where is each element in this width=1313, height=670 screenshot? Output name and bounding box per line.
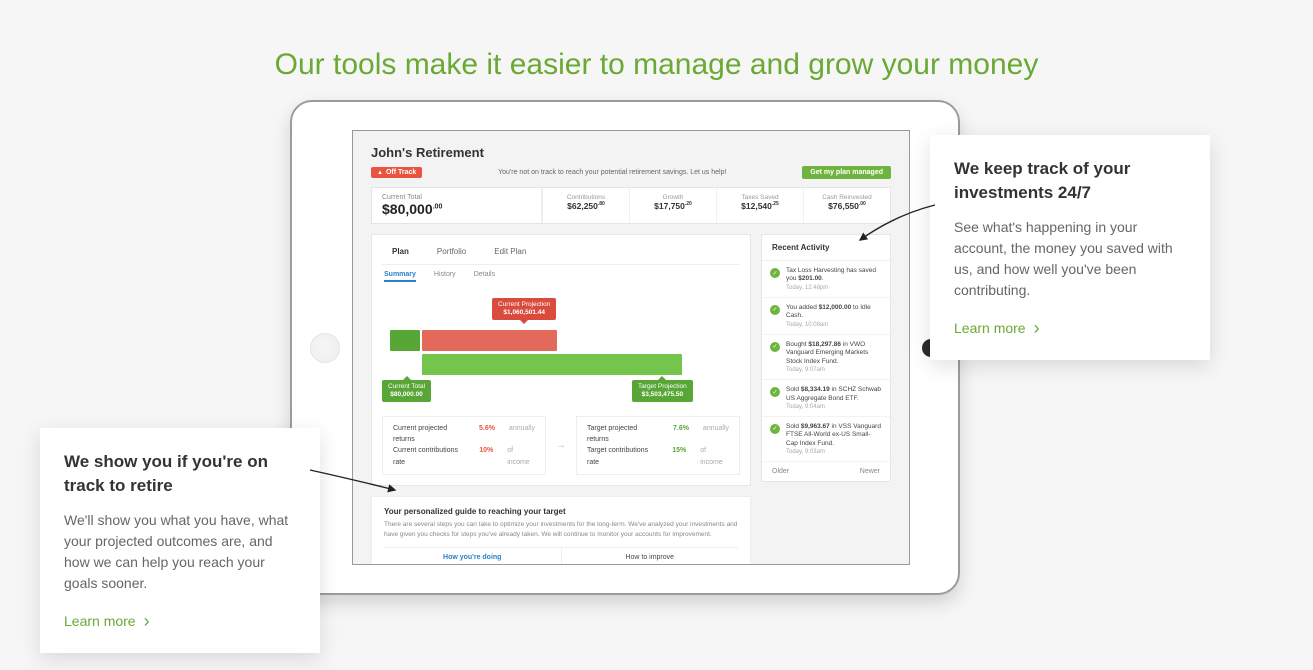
target-rates-box: Target projected returns 7.6% annually T… [576,416,740,475]
plan-panel: Plan Portfolio Edit Plan Summary History… [371,234,751,486]
activity-time: Today, 12:48pm [786,285,882,291]
current-total-stat: Current Total $80,000.00 [372,188,542,223]
guide-body: There are several steps you can take to … [384,520,738,540]
current-total-label: Current Total [382,194,531,201]
stat-taxes-saved: Taxes Saved $12,540.25 [716,188,803,223]
activity-newer-link[interactable]: Newer [860,468,880,475]
stat-cash-reinvested: Cash Reinvested $76,550.00 [803,188,890,223]
stat-growth: Growth $17,750.20 [629,188,716,223]
off-track-badge: Off Track [371,167,422,178]
activity-item: ✓ Sold $8,334.19 in SCHZ Schwab US Aggreg… [762,380,890,417]
page-headline: Our tools make it easier to manage and g… [0,0,1313,112]
chart-current-total-value: $80,000.00 [390,391,423,398]
activity-time: Today, 9:03am [786,449,882,455]
stat-value: $76,550 [828,201,859,211]
activity-item: ✓ Bought $18,297.86 in VWO Vanguard Emerg… [762,335,890,380]
app-dashboard: John's Retirement Off Track You're not o… [353,131,909,565]
activity-text: Tax Loss Harvesting has saved you $201.0… [786,267,882,284]
subtab-history[interactable]: History [434,271,456,282]
activity-older-link[interactable]: Older [772,468,789,475]
subtab-summary[interactable]: Summary [384,271,416,282]
learn-more-link[interactable]: Learn more [954,319,1040,337]
guide-tab-how-improve[interactable]: How to improve [562,548,739,565]
bar-current-projection [422,330,557,351]
callout-investments-247: We keep track of your investments 24/7 S… [930,135,1210,360]
tab-edit-plan[interactable]: Edit Plan [494,247,526,256]
current-rates-box: Current projected returns 5.6% annually … [382,416,546,475]
bar-current-total [390,330,420,351]
stat-label: Taxes Saved [721,194,799,201]
stats-strip: Current Total $80,000.00 Contributions $… [371,187,891,224]
stat-label: Cash Reinvested [808,194,886,201]
target-projection-label: Target Projection [638,383,687,390]
activity-dot-icon: ✓ [770,305,780,315]
subtab-details[interactable]: Details [474,271,495,282]
tab-plan[interactable]: Plan [392,247,409,256]
activity-time: Today, 9:07am [786,367,882,373]
activity-dot-icon: ✓ [770,268,780,278]
stat-label: Contributions [547,194,625,201]
on-track-warning: You're not on track to reach your potent… [430,169,794,176]
activity-dot-icon: ✓ [770,387,780,397]
guide-tab-how-doing[interactable]: How you're doing [384,548,562,565]
callout-body: We'll show you what you have, what your … [64,510,296,594]
target-projection-value: $3,503,475.50 [642,391,684,398]
callout-title: We show you if you're on track to retire [64,450,296,498]
tab-portfolio[interactable]: Portfolio [437,247,466,256]
guide-title: Your personalized guide to reaching your… [384,507,738,516]
activity-text: Sold $9,963.67 in VSS Vanguard FTSE All-… [786,423,882,448]
plan-title: John's Retirement [371,145,891,160]
activity-text: You added $12,000.00 to Idle Cash. [786,304,882,321]
callout-body: See what's happening in your account, th… [954,217,1186,301]
personalized-guide: Your personalized guide to reaching your… [371,496,751,565]
current-total-cents: .00 [433,203,443,210]
tablet-frame: John's Retirement Off Track You're not o… [290,100,960,595]
activity-item: ✓ You added $12,000.00 to Idle Cash.Today… [762,298,890,335]
current-total-value: $80,000 [382,201,433,217]
activity-time: Today, 10:08am [786,322,882,328]
bar-target-projection [422,354,682,375]
activity-item: ✓ Sold $9,963.67 in VSS Vanguard FTSE All… [762,417,890,462]
activity-dot-icon: ✓ [770,424,780,434]
stat-contributions: Contributions $62,250.80 [542,188,629,223]
activity-dot-icon: ✓ [770,342,780,352]
stat-label: Growth [634,194,712,201]
callout-title: We keep track of your investments 24/7 [954,157,1186,205]
recent-activity-panel: Recent Activity ✓ Tax Loss Harvesting has… [761,234,891,482]
tablet-screen: John's Retirement Off Track You're not o… [352,130,910,565]
projection-chart: Current Projection $1,060,501.44 Current… [382,302,740,402]
get-plan-managed-button[interactable]: Get my plan managed [802,166,891,179]
current-projection-label: Current Projection [498,301,550,308]
activity-item: ✓ Tax Loss Harvesting has saved you $201.… [762,261,890,298]
recent-activity-heading: Recent Activity [762,235,890,261]
activity-text: Sold $8,334.19 in SCHZ Schwab US Aggrega… [786,386,882,403]
activity-time: Today, 9:04am [786,404,882,410]
stat-value: $17,750 [654,201,685,211]
stat-value: $62,250 [567,201,598,211]
current-projection-value: $1,060,501.44 [503,309,545,316]
callout-on-track: We show you if you're on track to retire… [40,428,320,653]
tablet-camera-icon [310,333,340,363]
chart-current-total-label: Current Total [388,383,425,390]
stat-value: $12,540 [741,201,772,211]
learn-more-link[interactable]: Learn more [64,612,150,630]
arrow-right-icon: → [552,416,570,475]
activity-text: Bought $18,297.86 in VWO Vanguard Emergi… [786,341,882,366]
